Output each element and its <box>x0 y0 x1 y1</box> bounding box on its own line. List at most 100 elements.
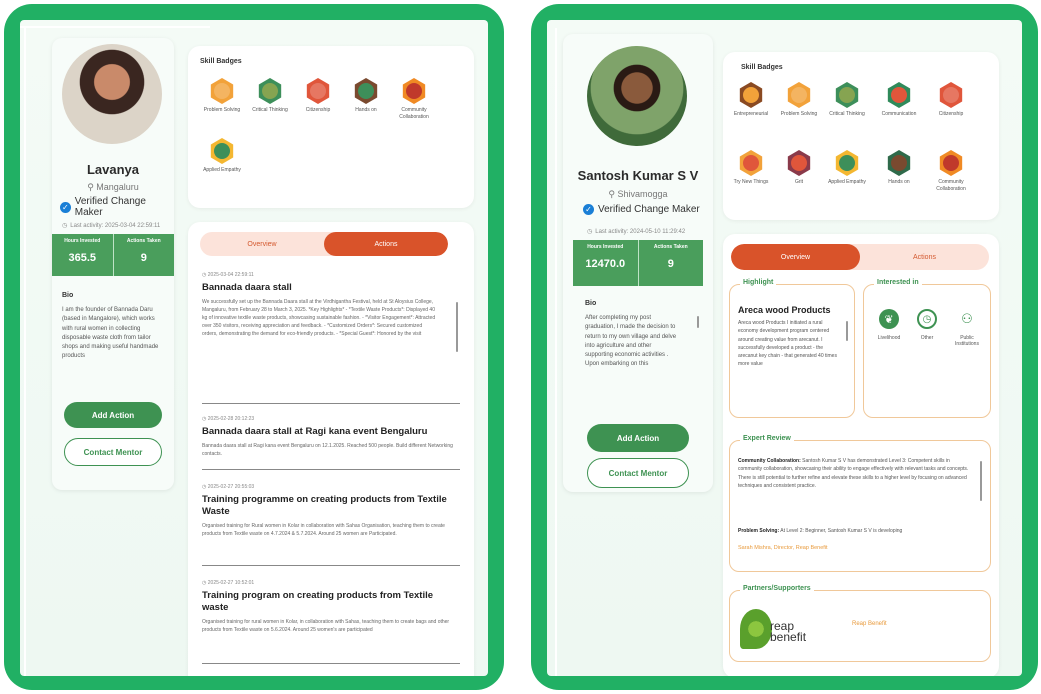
badge-community-collaboration[interactable]: Community Collaboration <box>390 78 438 120</box>
last-activity: ◷ Last activity: 2024-05-10 11:29:42 <box>587 228 686 236</box>
highlight-text: Areca wood Products I initiated a rural … <box>738 320 837 368</box>
highlight-title: Areca wood Products <box>738 305 831 315</box>
decor-line <box>24 26 26 676</box>
badge-communication[interactable]: Communication <box>875 82 923 118</box>
badge-community-collaboration[interactable]: Community Collaboration <box>927 150 975 192</box>
partner-name[interactable]: Reap Benefit <box>852 621 887 627</box>
tabs: Overview Actions <box>200 232 448 256</box>
left-profile-frame: Lavanya ⚲ Mangaluru ✓ Verified Change Mak… <box>4 4 504 690</box>
action-title: Training programme on creating products … <box>202 494 447 517</box>
bio-text: I am the founder of Bannada Daru (based … <box>62 307 159 360</box>
interest-livelihood: ❦ Livelihood <box>872 309 906 341</box>
badge-try-new-things[interactable]: Try New Things <box>727 150 775 186</box>
right-profile-page: Santosh Kumar S V ⚲ Shivamogga ✓ Verified… <box>547 20 1022 676</box>
tab-overview[interactable]: Overview <box>200 232 324 256</box>
decor-line <box>555 28 557 676</box>
action-item[interactable]: ◷ 2025-02-27 20:55:03 Training programme… <box>202 484 460 566</box>
interested-legend: Interested in <box>874 279 922 286</box>
clock-icon: ◷ <box>587 229 593 235</box>
add-action-button[interactable]: Add Action <box>587 424 689 452</box>
interest-other: ◷ Other <box>910 309 944 341</box>
stats-bar: Hours Invested 365.5 Actions Taken 9 <box>52 234 174 276</box>
badge-problem-solving[interactable]: Problem Solving <box>775 82 823 118</box>
interest-public-institutions: ⚇ Public Institutions <box>955 311 979 347</box>
stats-bar: Hours Invested 12470.0 Actions Taken 9 <box>573 240 703 286</box>
badge-citizenship[interactable]: Citizenship <box>927 82 975 118</box>
tab-actions[interactable]: Actions <box>860 244 989 270</box>
location-pin-icon: ⚲ <box>608 189 618 199</box>
contact-mentor-button[interactable]: Contact Mentor <box>587 458 689 488</box>
tabs: Overview Actions <box>731 244 989 270</box>
review-community-collaboration: Community Collaboration: Santosh Kumar S… <box>738 458 969 489</box>
tab-overview[interactable]: Overview <box>731 244 860 270</box>
badge-hands-on[interactable]: Hands on <box>875 150 923 186</box>
scrollbar[interactable] <box>846 321 848 341</box>
people-icon: ⚇ <box>961 311 973 326</box>
highlight-card: Highlight Areca wood Products Areca wood… <box>729 279 855 418</box>
partners-card: Partners/Supporters reap benefit Reap Be… <box>729 585 991 662</box>
overview-panel: Overview Actions Highlight Areca wood Pr… <box>723 234 999 676</box>
profile-location: ⚲ Shivamogga <box>608 189 668 199</box>
badge-problem-solving[interactable]: Problem Solving <box>198 78 246 114</box>
bio-text: After completing my post graduation, I m… <box>585 315 677 368</box>
profile-name: Santosh Kumar S V <box>577 168 699 183</box>
tab-actions[interactable]: Actions <box>324 232 448 256</box>
expert-review-card: Expert Review Community Collaboration: S… <box>729 435 991 572</box>
action-item[interactable]: ◷ 2025-03-04 22:59:11 Bannada daara stal… <box>202 272 460 404</box>
contact-mentor-button[interactable]: Contact Mentor <box>64 438 162 466</box>
scrollbar[interactable] <box>456 302 458 352</box>
badge-applied-empathy[interactable]: Applied Empathy <box>198 138 246 174</box>
avatar <box>62 44 162 144</box>
action-description: Organised training for Rural women in Ko… <box>202 522 445 537</box>
expert-review-legend: Expert Review <box>740 435 794 442</box>
reap-benefit-logo: reap benefit <box>740 605 820 657</box>
verified-badge: ✓ Verified Change Maker <box>583 204 700 215</box>
scrollbar[interactable] <box>980 461 982 501</box>
profile-card: Santosh Kumar S V ⚲ Shivamogga ✓ Verified… <box>563 34 713 492</box>
stat-actions: Actions Taken 9 <box>112 234 175 276</box>
right-profile-frame: Santosh Kumar S V ⚲ Shivamogga ✓ Verified… <box>531 4 1038 690</box>
stat-actions: Actions Taken 9 <box>637 240 704 286</box>
badge-applied-empathy[interactable]: Applied Empathy <box>823 150 871 186</box>
action-date: ◷ 2025-03-04 22:59:11 <box>202 272 254 278</box>
highlight-legend: Highlight <box>740 279 777 286</box>
action-description: Organised training for rural women in Ko… <box>202 618 450 633</box>
partners-legend: Partners/Supporters <box>740 585 814 592</box>
badge-citizenship[interactable]: Citizenship <box>294 78 342 114</box>
skill-badges-panel: Skill Badges Entrepreneurial Problem Sol… <box>723 52 999 220</box>
clock-icon: ◷ <box>62 223 68 229</box>
action-date: ◷ 2025-02-27 10:52:01 <box>202 580 255 586</box>
action-title: Bannada daara stall <box>202 282 292 293</box>
skill-badges-panel: Skill Badges Problem Solving Critical Th… <box>188 46 474 208</box>
action-description: Bannada daara stall at Ragi kana event B… <box>202 442 453 457</box>
profile-card: Lavanya ⚲ Mangaluru ✓ Verified Change Mak… <box>52 38 174 490</box>
badge-entrepreneurial[interactable]: Entrepreneurial <box>727 82 775 118</box>
verified-check-icon: ✓ <box>583 204 594 215</box>
action-title: Training program on creating products fr… <box>202 590 434 613</box>
profile-name: Lavanya <box>86 162 140 177</box>
scrollbar[interactable] <box>697 316 699 328</box>
stopwatch-icon: ◷ <box>917 309 937 329</box>
badge-critical-thinking[interactable]: Critical Thinking <box>823 82 871 118</box>
decor-line <box>20 26 210 28</box>
badge-hands-on[interactable]: Hands on <box>342 78 390 114</box>
review-problem-solving: Problem Solving: At Level 2: Beginner, S… <box>738 528 903 534</box>
badge-grit[interactable]: Grit <box>775 150 823 186</box>
left-profile-page: Lavanya ⚲ Mangaluru ✓ Verified Change Mak… <box>20 20 488 676</box>
skill-badges-title: Skill Badges <box>200 58 242 65</box>
add-action-button[interactable]: Add Action <box>64 402 162 428</box>
skill-badges-title: Skill Badges <box>741 64 783 71</box>
interested-card: Interested in ❦ Livelihood ◷ Other ⚇ Pub… <box>863 279 991 418</box>
stat-hours: Hours Invested 365.5 <box>64 238 101 264</box>
action-item[interactable]: ◷ 2025-02-28 20:12:23 Bannada daara stal… <box>202 416 460 470</box>
profile-location: ⚲ Mangaluru <box>87 182 139 192</box>
reviewer-name: Sarah Mishra, Director, Reap Benefit <box>738 545 828 551</box>
badge-critical-thinking[interactable]: Critical Thinking <box>246 78 294 114</box>
last-activity: ◷ Last activity: 2025-03-04 22:59:11 <box>62 222 161 230</box>
verified-badge: ✓ Verified Change Maker <box>60 196 174 218</box>
action-item[interactable]: ◷ 2025-02-27 10:52:01 Training program o… <box>202 580 460 664</box>
leaf-icon: ❦ <box>879 309 899 329</box>
stat-hours: Hours Invested 12470.0 <box>585 244 626 270</box>
bio-title: Bio <box>585 300 597 307</box>
actions-panel: Overview Actions ◷ 2025-03-04 22:59:11 B… <box>188 222 474 676</box>
